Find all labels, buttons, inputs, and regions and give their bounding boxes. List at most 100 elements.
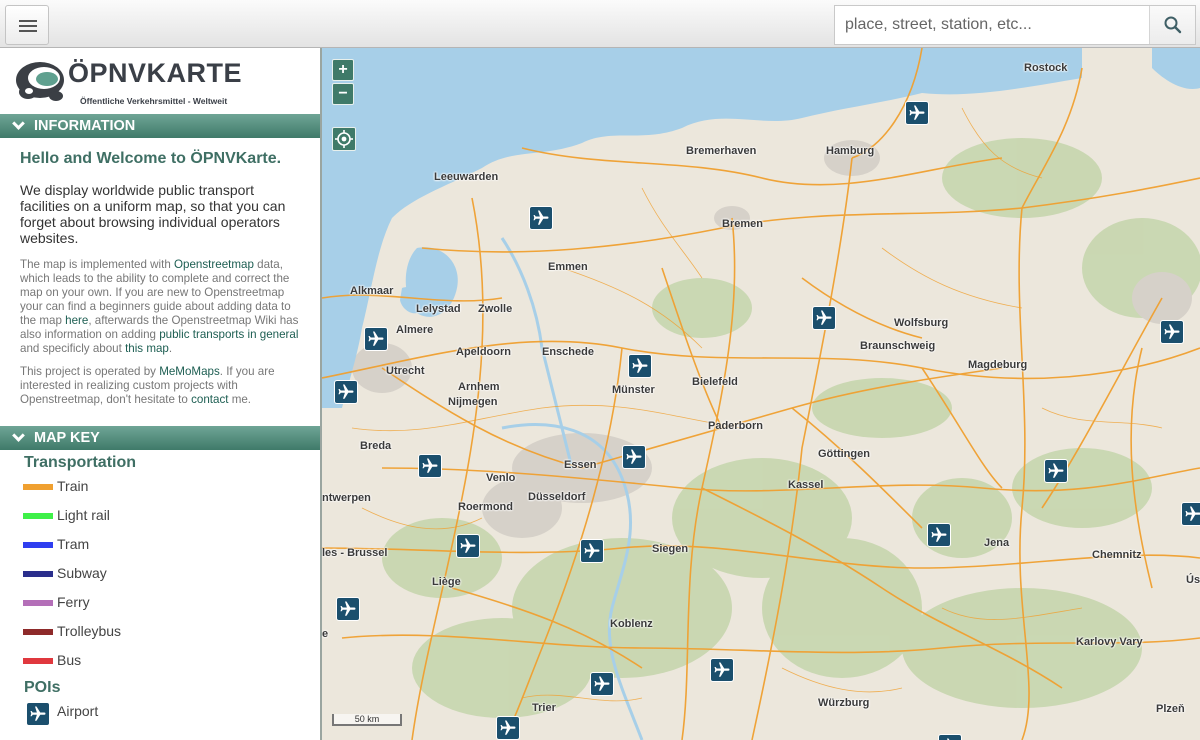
legend-label: Train [57,478,89,494]
airport-marker[interactable] [364,327,388,351]
city-label: Paderborn [708,420,764,432]
city-label: Nijmegen [448,396,498,408]
airport-marker[interactable] [529,206,553,230]
logo-title: ÖPNVKARTE [68,58,243,88]
airport-marker[interactable] [456,534,480,558]
map-key-row-ferry: Ferry [20,592,310,621]
scale-bar: 50 km [332,714,402,726]
city-label: Úst [1186,574,1200,586]
airplane-icon [500,720,516,735]
airplane-icon [632,358,648,373]
legend-label: Light rail [57,507,110,523]
zoom-out-button[interactable]: − [332,83,354,105]
city-label: Rostock [1024,62,1068,74]
city-label: Wolfsburg [894,317,949,329]
poi-list: Airport [20,701,310,730]
public-transport-link[interactable]: public transports in general [159,328,298,341]
memomaps-link[interactable]: MeMoMaps [159,365,220,378]
map-view[interactable]: Rostock Bremerhaven Hamburg Leeuwarden Breme… [322,48,1200,740]
airport-marker[interactable] [812,306,836,330]
map-key-row-airport: Airport [20,701,310,730]
sidebar: ÖPNVKARTE Öffentliche Verkehrsmittel - W… [0,48,322,740]
map-key-header[interactable]: MAP KEY [0,426,320,450]
contact-link[interactable]: contact [191,393,228,406]
airport-marker[interactable] [334,380,358,404]
airplane-icon [422,458,438,473]
search-button[interactable] [1149,6,1195,44]
city-label: Apeldoorn [456,346,511,358]
city-label: Almere [396,324,434,336]
legend-swatch [23,513,53,519]
city-label: Koblenz [610,618,653,630]
airport-marker[interactable] [590,672,614,696]
transportation-group-title: Transportation [24,454,137,471]
city-label: Göttingen [818,448,870,460]
city-label: Zwolle [478,303,513,315]
operator-text: me. [228,393,252,406]
city-label: Chemnitz [1092,549,1142,561]
map-key-row-train: Train [20,476,310,505]
legend-swatch [23,542,53,548]
airport-marker[interactable] [1160,320,1184,344]
map-base-layer [322,48,1200,740]
legend-swatch [23,629,53,635]
airplane-icon [533,210,549,225]
this-map-link[interactable]: this map [125,342,169,355]
city-label: Hamburg [826,145,875,157]
airport-marker[interactable] [710,658,734,682]
city-label: Kassel [788,479,824,491]
airport-marker[interactable] [496,716,520,740]
hamburger-menu-icon-line [19,25,37,27]
city-label: Roermond [458,501,513,513]
airport-marker[interactable] [938,734,962,740]
beginners-guide-link[interactable]: here [65,314,88,327]
city-label: e [322,628,329,640]
airplane-icon [1164,324,1180,339]
hamburger-menu-icon [19,20,37,22]
airport-marker[interactable] [1044,459,1068,483]
airport-marker[interactable] [1181,502,1200,526]
legend-label: Trolleybus [57,623,122,639]
city-label: Breda [360,440,392,452]
airport-marker[interactable] [927,523,951,547]
menu-button[interactable] [5,5,49,45]
airport-marker[interactable] [905,101,929,125]
city-label: Karlovy Vary [1076,636,1143,648]
locate-button[interactable] [332,127,356,151]
operator-paragraph: This project is operated by MeMoMaps. If… [20,365,305,407]
chevron-down-icon [12,429,25,442]
search-input[interactable] [835,6,1147,44]
legend-swatch [23,484,53,490]
city-label: ntwerpen [322,492,371,504]
information-header[interactable]: INFORMATION [0,114,320,138]
operator-text: This project is operated by [20,365,160,378]
city-label: Bremerhaven [686,145,757,157]
map-key-row-light-rail: Light rail [20,505,310,534]
legend-swatch [23,658,53,664]
airplane-icon [584,543,600,558]
city-label: Trier [532,702,556,714]
city-label: Jena [984,537,1010,549]
map-key-row-bus: Bus [20,650,310,679]
airplane-icon [340,601,356,616]
airplane-icon [909,105,925,120]
about-text: and specificly about [20,342,126,355]
about-text: The map is implemented with [20,258,175,271]
airport-marker[interactable] [418,454,442,478]
information-header-label: INFORMATION [34,118,136,134]
city-label: Lelystad [416,303,461,315]
airport-marker[interactable] [580,539,604,563]
city-label: Liège [432,576,461,588]
airport-marker[interactable] [622,445,646,469]
zoom-in-button[interactable]: + [332,59,354,81]
city-label: Bremen [722,218,763,230]
airplane-icon [714,662,730,677]
airport-marker[interactable] [336,597,360,621]
city-label: Utrecht [386,365,425,377]
transportation-list: Train Light rail Tram Subway Ferry Trolleybus… [20,476,310,679]
airport-marker[interactable] [628,354,652,378]
legend-swatch [23,600,53,606]
openstreetmap-link[interactable]: Openstreetmap [174,258,254,271]
city-label: Düsseldorf [528,491,586,503]
about-paragraph: The map is implemented with Openstreetma… [20,258,305,356]
